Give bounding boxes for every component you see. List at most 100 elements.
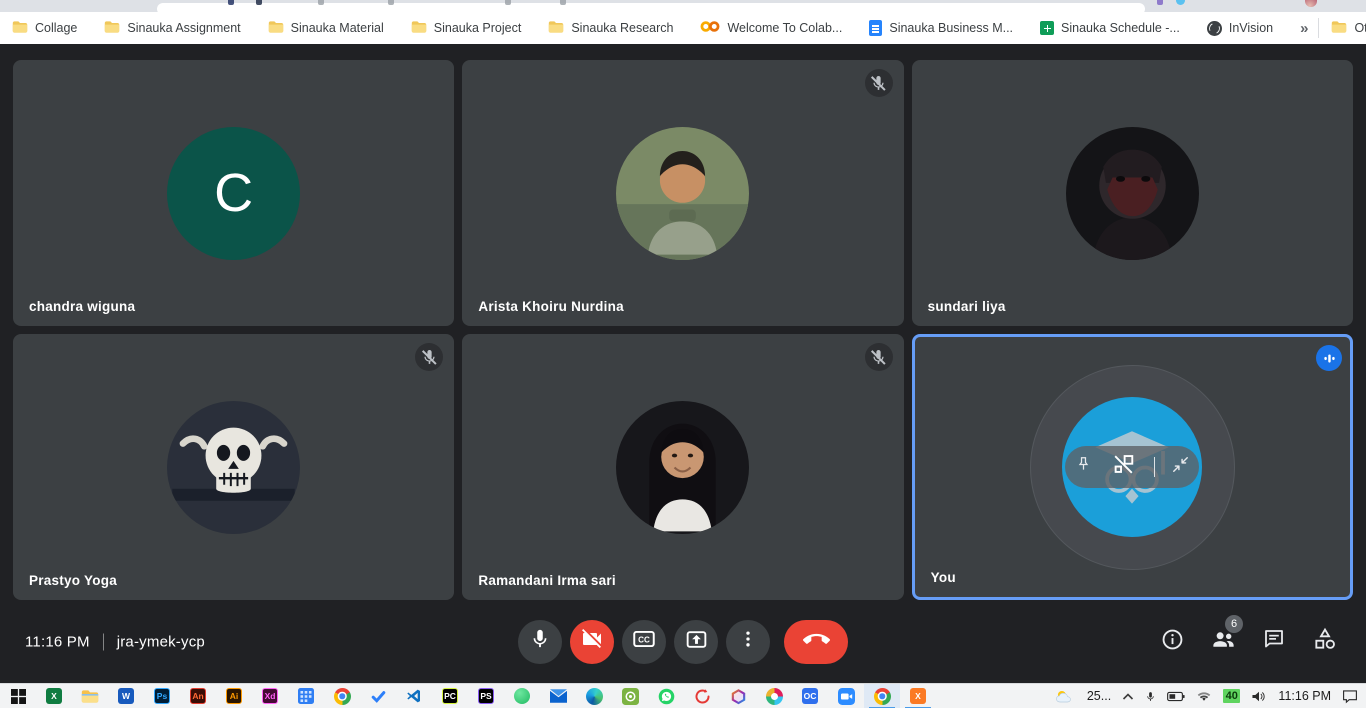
taskbar-oc-app[interactable]: OC [792, 684, 828, 708]
pin-icon[interactable] [1074, 455, 1093, 479]
video-call-app-icon [838, 688, 855, 705]
photo-avatar [1066, 127, 1199, 260]
participant-tile[interactable]: Arista Khoiru Nurdina [462, 60, 903, 326]
windows-taskbar: X W Ps An Ai Xd PC PS OC X 25...4011:16 … [0, 683, 1366, 708]
more-options-button[interactable] [726, 620, 770, 664]
taskbar-todo-check[interactable] [360, 684, 396, 708]
bookmarks-overflow-chevron[interactable]: » [1300, 20, 1308, 37]
tray-clock[interactable]: 11:16 PM [1278, 689, 1331, 703]
participant-tile[interactable]: You [912, 334, 1353, 600]
mic-muted-icon [865, 69, 893, 97]
bookmark-label: Sinauka Material [291, 21, 384, 35]
participant-tile[interactable]: sundari liya [912, 60, 1353, 326]
mic-muted-icon [415, 343, 443, 371]
participant-name: sundari liya [928, 299, 1006, 314]
chat-button[interactable] [1261, 629, 1287, 655]
file-explorer-icon [81, 689, 99, 704]
minimize-icon[interactable] [1171, 455, 1190, 479]
taskbar-hexagon-app[interactable] [720, 684, 756, 708]
taskbar-android-studio[interactable] [504, 684, 540, 708]
taskbar-illustrator[interactable]: Ai [216, 684, 252, 708]
taskbar-chrome-active[interactable] [864, 684, 900, 708]
taskbar-video-call-app[interactable] [828, 684, 864, 708]
hexagon-app-icon [730, 688, 747, 705]
taskbar-edge[interactable] [576, 684, 612, 708]
bookmark-label: InVision [1229, 21, 1273, 35]
bookmark-item[interactable]: Collage [12, 20, 77, 37]
sheets-icon [1040, 21, 1054, 35]
taskbar-animate[interactable]: An [180, 684, 216, 708]
taskbar-calendar[interactable] [288, 684, 324, 708]
leave-call-icon [803, 626, 830, 658]
taskbar-pycharm[interactable]: PC [432, 684, 468, 708]
tray-tray-mic-icon[interactable] [1145, 689, 1156, 704]
taskbar-vscode[interactable] [396, 684, 432, 708]
bookmark-item[interactable]: Welcome To Colab... [700, 20, 842, 36]
taskbar-adobe-xd[interactable]: Xd [252, 684, 288, 708]
taskbar-excel[interactable]: X [36, 684, 72, 708]
bookmark-item[interactable]: Sinauka Business M... [869, 20, 1013, 36]
tray-chevron-up-icon[interactable] [1122, 692, 1134, 701]
whatsapp-icon [658, 688, 675, 705]
remove-tile-icon[interactable] [1110, 451, 1137, 483]
leave-call-button[interactable] [784, 620, 848, 664]
camera-off-button[interactable] [570, 620, 614, 664]
start-icon [11, 689, 26, 704]
present-button[interactable] [674, 620, 718, 664]
taskbar-chrome[interactable] [324, 684, 360, 708]
microphone-icon [529, 628, 551, 655]
taskbar-phpstorm[interactable]: PS [468, 684, 504, 708]
taskbar-whatsapp[interactable] [648, 684, 684, 708]
bookmark-item[interactable]: InVision [1207, 21, 1273, 36]
photo-avatar [616, 401, 749, 534]
bookmark-item[interactable]: Sinauka Material [268, 20, 384, 37]
meet-bottom-bar: 11:16 PM jra-ymek-ycp CC 6 [0, 600, 1366, 683]
tray-action-center-icon[interactable] [1342, 689, 1358, 704]
taskbar-photoshop[interactable]: Ps [144, 684, 180, 708]
address-bar[interactable] [157, 3, 1145, 12]
activities-icon [1312, 626, 1338, 657]
tray-speaker-icon[interactable] [1251, 690, 1267, 703]
bookmark-item[interactable]: Sinauka Research [548, 20, 673, 37]
taskbar-word[interactable]: W [108, 684, 144, 708]
tray-wifi-icon[interactable] [1196, 690, 1212, 702]
pycharm-icon: PC [442, 688, 458, 704]
taskbar-xampp[interactable]: X [900, 684, 936, 708]
participant-tile[interactable]: Prastyo Yoga [13, 334, 454, 600]
bookmark-label: Sinauka Research [571, 21, 673, 35]
vscode-icon [406, 688, 422, 704]
other-bookmarks-button[interactable]: Other bookmarks [1331, 20, 1366, 37]
extension-icon-fragment [1176, 0, 1185, 5]
microphone-button[interactable] [518, 620, 562, 664]
calendar-icon [298, 688, 314, 704]
participant-tile[interactable]: Ramandani Irma sari [462, 334, 903, 600]
divider [1318, 18, 1319, 38]
bookmark-item[interactable]: Sinauka Project [411, 20, 522, 37]
taskbar-screen-camera[interactable] [612, 684, 648, 708]
tray-battery-percent[interactable]: 40 [1223, 689, 1240, 703]
tray-battery-icon[interactable] [1167, 691, 1185, 702]
participants-button[interactable]: 6 [1210, 629, 1236, 655]
word-icon: W [118, 688, 134, 704]
bookmark-item[interactable]: Sinauka Assignment [104, 20, 240, 37]
screen-camera-icon [622, 688, 639, 705]
participant-tile[interactable]: Cchandra wiguna [13, 60, 454, 326]
participant-name: Ramandani Irma sari [478, 573, 616, 588]
taskbar-color-wheel-app[interactable] [756, 684, 792, 708]
meeting-details-button[interactable] [1159, 629, 1185, 655]
google-meet-app: Cchandra wigunaArista Khoiru Nurdina sund… [0, 44, 1366, 683]
participant-count-badge: 6 [1225, 615, 1243, 633]
taskbar-recorder[interactable] [684, 684, 720, 708]
bookmark-item[interactable]: Sinauka Schedule -... [1040, 21, 1180, 35]
taskbar-file-explorer[interactable] [72, 684, 108, 708]
captions-button[interactable]: CC [622, 620, 666, 664]
bookmark-label: Sinauka Business M... [889, 21, 1013, 35]
tray-weather-icon[interactable] [1054, 689, 1076, 704]
activities-button[interactable] [1312, 629, 1338, 655]
taskbar-start[interactable] [0, 684, 36, 708]
chrome-active-icon [874, 688, 891, 705]
divider [1154, 457, 1155, 477]
taskbar-mail[interactable] [540, 684, 576, 708]
excel-icon: X [46, 688, 62, 704]
other-bookmarks-label: Other bookmarks [1354, 21, 1366, 35]
